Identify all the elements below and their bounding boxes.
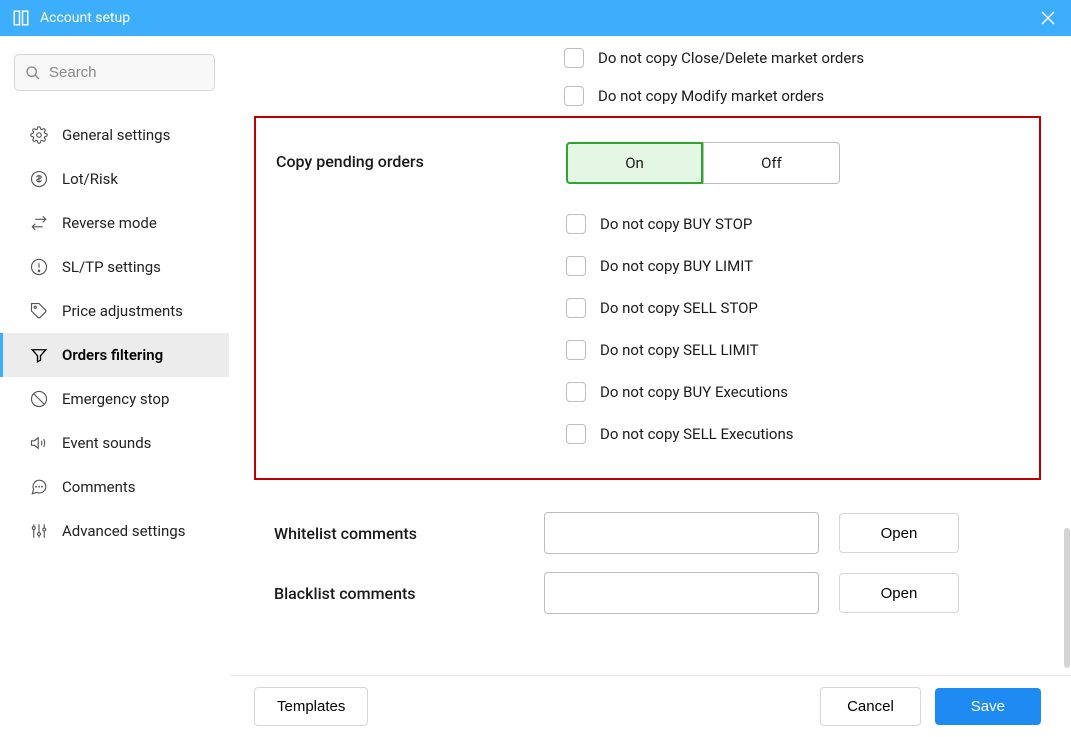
toggle-off-button[interactable]: Off (703, 142, 840, 184)
check-no-copy-modify[interactable]: Do not copy Modify market orders (564, 86, 1041, 106)
sidebar-item-comments[interactable]: Comments (0, 465, 229, 509)
window-title: Account setup (40, 10, 1037, 26)
sidebar-item-label: Comments (62, 478, 136, 496)
sidebar-item-label: SL/TP settings (62, 258, 161, 276)
check-label: Do not copy SELL LIMIT (600, 341, 759, 359)
sidebar-item-event-sounds[interactable]: Event sounds (0, 421, 229, 465)
check-no-copy-close-delete[interactable]: Do not copy Close/Delete market orders (564, 48, 1041, 68)
sidebar-item-emergency-stop[interactable]: Emergency stop (0, 377, 229, 421)
check-label: Do not copy SELL Executions (600, 425, 794, 443)
tag-icon (30, 302, 48, 320)
check-sell-limit[interactable]: Do not copy SELL LIMIT (566, 340, 1019, 360)
checkbox[interactable] (566, 340, 586, 360)
checkbox[interactable] (566, 298, 586, 318)
app-icon (12, 9, 30, 27)
blacklist-open-button[interactable]: Open (839, 573, 959, 613)
swap-icon (30, 214, 48, 232)
check-sell-executions[interactable]: Do not copy SELL Executions (566, 424, 1019, 444)
checkbox[interactable] (564, 48, 584, 68)
gear-icon (30, 126, 48, 144)
check-label: Do not copy SELL STOP (600, 299, 758, 317)
sidebar-item-sl-tp-settings[interactable]: SL/TP settings (0, 245, 229, 289)
sidebar-item-label: Orders filtering (62, 346, 163, 364)
sidebar-item-label: Price adjustments (62, 302, 183, 320)
check-label: Do not copy Close/Delete market orders (598, 49, 864, 67)
copy-pending-orders-label: Copy pending orders (276, 142, 566, 171)
sidebar-item-price-adjustments[interactable]: Price adjustments (0, 289, 229, 333)
search-icon (25, 65, 41, 81)
sidebar-item-label: Lot/Risk (62, 170, 118, 188)
sidebar-item-label: Advanced settings (62, 522, 185, 540)
sidebar-item-label: Emergency stop (62, 390, 169, 408)
sidebar-item-label: Event sounds (62, 434, 151, 452)
checkbox[interactable] (566, 424, 586, 444)
check-label: Do not copy Modify market orders (598, 87, 824, 105)
checkbox[interactable] (566, 256, 586, 276)
sidebar-item-reverse-mode[interactable]: Reverse mode (0, 201, 229, 245)
dollar-icon (30, 170, 48, 188)
sliders-icon (30, 522, 48, 540)
sound-icon (30, 434, 48, 452)
sidebar-item-label: General settings (62, 126, 170, 144)
blacklist-comments-label: Blacklist comments (254, 584, 544, 603)
alert-icon (30, 258, 48, 276)
search-input-wrap[interactable] (14, 54, 215, 91)
main-panel: Do not copy Close/Delete market orders D… (230, 36, 1071, 737)
scrollbar[interactable] (1064, 528, 1070, 668)
templates-button[interactable]: Templates (254, 687, 368, 726)
chat-icon (30, 478, 48, 496)
whitelist-open-button[interactable]: Open (839, 513, 959, 553)
sidebar: General settings Lot/Risk Reverse mode S… (0, 36, 230, 737)
check-label: Do not copy BUY STOP (600, 215, 752, 233)
whitelist-comments-input[interactable] (544, 512, 819, 554)
sidebar-item-lot-risk[interactable]: Lot/Risk (0, 157, 229, 201)
check-label: Do not copy BUY LIMIT (600, 257, 753, 275)
sidebar-item-label: Reverse mode (62, 214, 157, 232)
close-icon[interactable] (1037, 7, 1059, 29)
filter-icon (30, 346, 48, 364)
cancel-button[interactable]: Cancel (820, 687, 921, 726)
check-label: Do not copy BUY Executions (600, 383, 788, 401)
toggle-on-button[interactable]: On (566, 142, 703, 184)
ban-icon (30, 390, 48, 408)
save-button[interactable]: Save (935, 688, 1041, 725)
checkbox[interactable] (564, 86, 584, 106)
check-buy-executions[interactable]: Do not copy BUY Executions (566, 382, 1019, 402)
blacklist-comments-input[interactable] (544, 572, 819, 614)
check-buy-stop[interactable]: Do not copy BUY STOP (566, 214, 1019, 234)
copy-pending-orders-toggle: On Off (566, 142, 840, 184)
check-buy-limit[interactable]: Do not copy BUY LIMIT (566, 256, 1019, 276)
titlebar: Account setup (0, 0, 1071, 36)
sidebar-item-advanced-settings[interactable]: Advanced settings (0, 509, 229, 553)
footer: Templates Cancel Save (230, 675, 1071, 737)
highlighted-section: Copy pending orders On Off Do not copy B… (254, 116, 1041, 480)
sidebar-item-orders-filtering[interactable]: Orders filtering (0, 333, 229, 377)
whitelist-comments-label: Whitelist comments (254, 524, 544, 543)
check-sell-stop[interactable]: Do not copy SELL STOP (566, 298, 1019, 318)
checkbox[interactable] (566, 382, 586, 402)
search-input[interactable] (49, 64, 204, 81)
sidebar-item-general-settings[interactable]: General settings (0, 113, 229, 157)
checkbox[interactable] (566, 214, 586, 234)
